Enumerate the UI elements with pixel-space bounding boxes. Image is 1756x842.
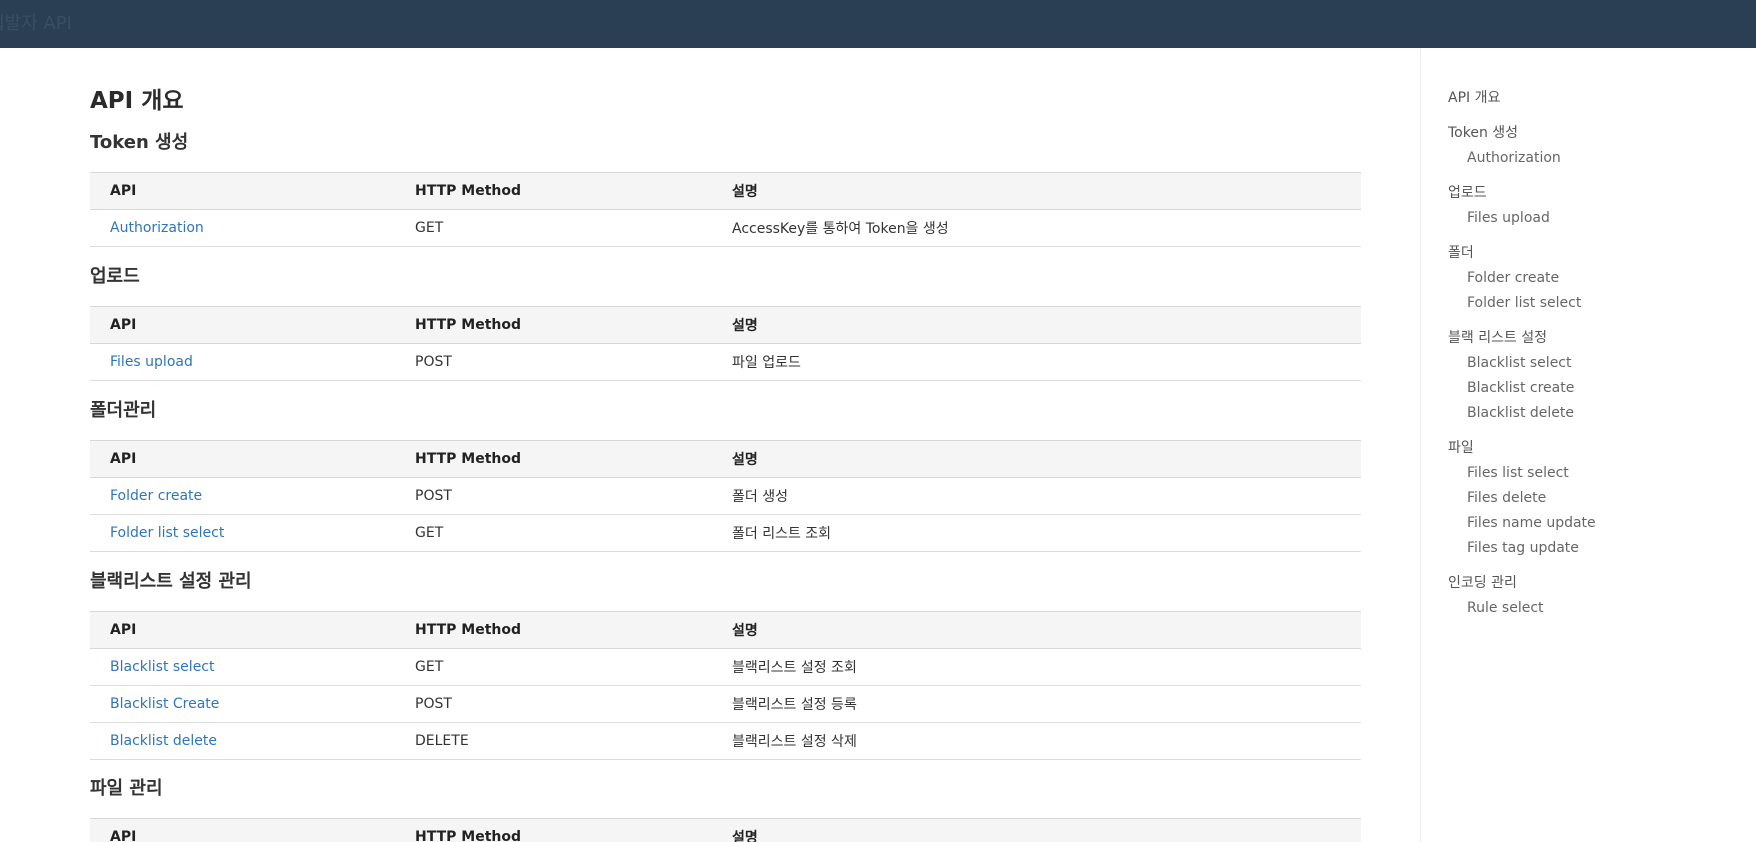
column-header-method: HTTP Method (395, 818, 712, 842)
api-table-file: API HTTP Method 설명 (90, 818, 1361, 842)
api-link-folder-create[interactable]: Folder create (110, 488, 202, 504)
toc-link-item[interactable]: Files name update (1448, 511, 1596, 536)
toc-link-item[interactable]: Files delete (1448, 486, 1596, 511)
api-table-upload: API HTTP Method 설명 Files upload POST 파일 … (90, 306, 1361, 381)
toc-link-group[interactable]: 파일 (1448, 436, 1596, 461)
http-method: POST (395, 685, 712, 723)
api-table-token: API HTTP Method 설명 Authorization GET Acc… (90, 172, 1361, 247)
column-header-desc: 설명 (712, 440, 1361, 478)
section-title-folder: 폴더관리 (90, 400, 157, 421)
table-row: Blacklist select GET 블랙리스트 설정 조회 (90, 648, 1361, 686)
api-description: AccessKey를 통하여 Token을 생성 (712, 209, 1361, 247)
column-header-method: HTTP Method (395, 306, 712, 344)
toc-group: API 개요 (1448, 86, 1596, 111)
table-header-row: API HTTP Method 설명 (90, 818, 1361, 842)
column-header-api: API (90, 440, 395, 478)
table-header-row: API HTTP Method 설명 (90, 440, 1361, 478)
http-method: GET (395, 648, 712, 686)
table-header-row: API HTTP Method 설명 (90, 172, 1361, 210)
table-header-row: API HTTP Method 설명 (90, 306, 1361, 344)
top-navbar: 웹발자 API (0, 0, 1756, 48)
page-title: API 개요 (90, 88, 184, 114)
column-header-api: API (90, 172, 395, 210)
toc-link-item[interactable]: Authorization (1448, 146, 1596, 171)
table-row: Authorization GET AccessKey를 통하여 Token을 … (90, 209, 1361, 247)
column-header-api: API (90, 306, 395, 344)
toc-group: 파일 Files list select Files delete Files nam… (1448, 436, 1596, 561)
api-link-blacklist-delete[interactable]: Blacklist delete (110, 733, 217, 749)
main-content: API 개요 Token 생성 API HTTP Method 설명 Autho… (90, 48, 1361, 842)
toc-group: 업로드 Files upload (1448, 181, 1596, 231)
http-method: GET (395, 209, 712, 247)
section-title-upload: 업로드 (90, 266, 140, 287)
toc-link-item[interactable]: Blacklist create (1448, 376, 1596, 401)
toc-link-item[interactable]: Blacklist select (1448, 351, 1596, 376)
api-description: 파일 업로드 (712, 343, 1361, 381)
table-header-row: API HTTP Method 설명 (90, 611, 1361, 649)
http-method: POST (395, 343, 712, 381)
toc-link-group[interactable]: 블랙 리스트 설정 (1448, 326, 1596, 351)
column-header-api: API (90, 611, 395, 649)
toc-link-group[interactable]: API 개요 (1448, 86, 1596, 111)
api-link-blacklist-create[interactable]: Blacklist Create (110, 696, 219, 712)
column-header-method: HTTP Method (395, 172, 712, 210)
toc-link-item[interactable]: Folder create (1448, 266, 1596, 291)
api-description: 폴더 리스트 조회 (712, 514, 1361, 552)
toc-link-group[interactable]: 인코딩 관리 (1448, 571, 1596, 596)
api-link-blacklist-select[interactable]: Blacklist select (110, 659, 215, 675)
column-header-desc: 설명 (712, 818, 1361, 842)
toc-link-item[interactable]: Files list select (1448, 461, 1596, 486)
toc-link-item[interactable]: Folder list select (1448, 291, 1596, 316)
http-method: GET (395, 514, 712, 552)
toc-group: Token 생성 Authorization (1448, 121, 1596, 171)
api-link-authorization[interactable]: Authorization (110, 220, 204, 236)
section-title-token: Token 생성 (90, 132, 189, 153)
toc-link-group[interactable]: 업로드 (1448, 181, 1596, 206)
api-description: 블랙리스트 설정 삭제 (712, 722, 1361, 760)
toc-group: 블랙 리스트 설정 Blacklist select Blacklist creat… (1448, 326, 1596, 426)
toc-nav: API 개요 Token 생성 Authorization 업로드 Files uplo… (1448, 86, 1596, 631)
toc-link-item[interactable]: Files tag update (1448, 536, 1596, 561)
brand-title[interactable]: 웹발자 API (0, 9, 72, 35)
api-table-blacklist: API HTTP Method 설명 Blacklist select GET … (90, 611, 1361, 760)
section-title-file: 파일 관리 (90, 778, 163, 799)
sidebar-toc: API 개요 Token 생성 Authorization 업로드 Files uplo… (1420, 48, 1756, 842)
toc-link-item[interactable]: Files upload (1448, 206, 1596, 231)
toc-link-group[interactable]: Token 생성 (1448, 121, 1596, 146)
column-header-desc: 설명 (712, 172, 1361, 210)
toc-group: 인코딩 관리 Rule select (1448, 571, 1596, 621)
api-description: 폴더 생성 (712, 477, 1361, 515)
api-table-folder: API HTTP Method 설명 Folder create POST 폴더… (90, 440, 1361, 552)
column-header-desc: 설명 (712, 611, 1361, 649)
table-row: Blacklist delete DELETE 블랙리스트 설정 삭제 (90, 722, 1361, 760)
table-row: Files upload POST 파일 업로드 (90, 343, 1361, 381)
toc-group: 폴더 Folder create Folder list select (1448, 241, 1596, 316)
table-row: Blacklist Create POST 블랙리스트 설정 등록 (90, 685, 1361, 723)
api-description: 블랙리스트 설정 조회 (712, 648, 1361, 686)
toc-link-item[interactable]: Blacklist delete (1448, 401, 1596, 426)
section-title-blacklist: 블랙리스트 설정 관리 (90, 571, 252, 592)
toc-link-item[interactable]: Rule select (1448, 596, 1596, 621)
column-header-method: HTTP Method (395, 440, 712, 478)
column-header-desc: 설명 (712, 306, 1361, 344)
api-description: 블랙리스트 설정 등록 (712, 685, 1361, 723)
api-link-files-upload[interactable]: Files upload (110, 354, 193, 370)
table-row: Folder create POST 폴더 생성 (90, 477, 1361, 515)
column-header-api: API (90, 818, 395, 842)
table-row: Folder list select GET 폴더 리스트 조회 (90, 514, 1361, 552)
column-header-method: HTTP Method (395, 611, 712, 649)
toc-link-group[interactable]: 폴더 (1448, 241, 1596, 266)
api-link-folder-list-select[interactable]: Folder list select (110, 525, 224, 541)
http-method: POST (395, 477, 712, 515)
http-method: DELETE (395, 722, 712, 760)
